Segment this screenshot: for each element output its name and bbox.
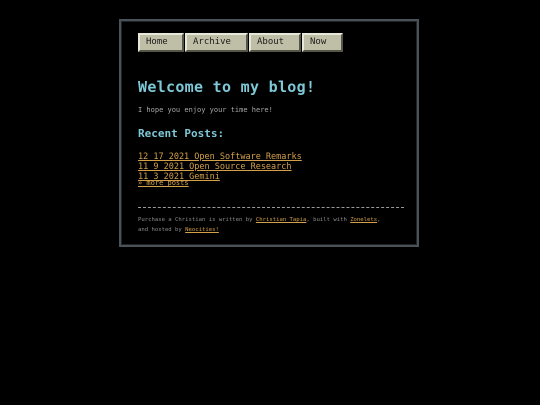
generator-link[interactable]: Zonelets	[350, 217, 377, 223]
recent-posts-list: 12 17 2021 Open Software Remarks 11 9 20…	[138, 149, 302, 182]
page-title: Welcome to my blog!	[138, 78, 316, 96]
nav-about-button[interactable]: About	[249, 33, 301, 52]
author-link[interactable]: Christian Tapia	[256, 217, 307, 223]
page-container: Home Archive About Now Welcome to my blo…	[119, 19, 419, 247]
nav-now-button[interactable]: Now	[302, 33, 343, 52]
recent-posts-heading: Recent Posts:	[138, 127, 225, 140]
list-item: 12 17 2021 Open Software Remarks	[138, 149, 302, 162]
footer-text: Purchase a Christian is written by	[138, 217, 256, 223]
footer-text: , built with	[306, 217, 351, 223]
nav-home-button[interactable]: Home	[138, 33, 184, 52]
footer-text: and hosted by	[138, 227, 186, 233]
nav-archive-button[interactable]: Archive	[185, 33, 248, 52]
footer: Purchase a Christian is written by Chris…	[138, 215, 408, 235]
footer-divider	[138, 207, 404, 208]
list-item: 11 9 2021 Open Source Research	[138, 159, 302, 172]
host-link[interactable]: Neocities!	[185, 227, 219, 233]
intro-text: I hope you enjoy your time here!	[138, 106, 273, 114]
more-posts-link[interactable]: » more posts	[138, 179, 189, 187]
footer-text: ,	[377, 217, 381, 223]
